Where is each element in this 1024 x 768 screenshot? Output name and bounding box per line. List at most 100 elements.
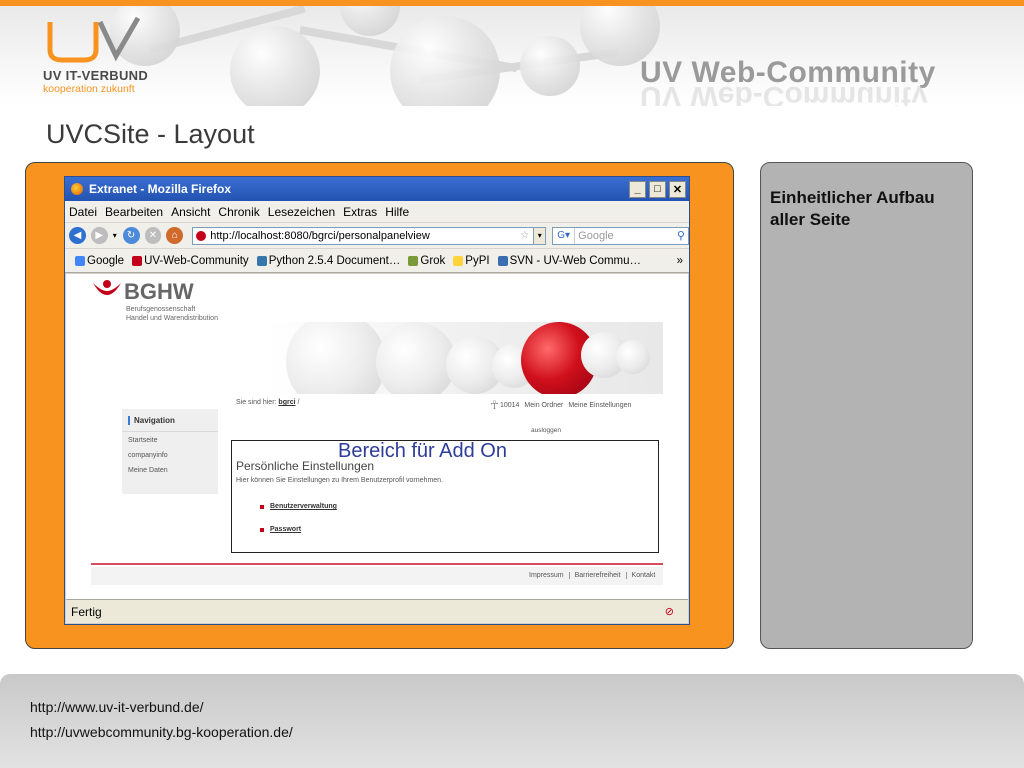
slide: UV IT-VERBUND kooperation zukunft UV Web… xyxy=(0,0,1024,768)
bookmark-label: Grok xyxy=(420,254,446,267)
grok-icon xyxy=(408,255,419,266)
note-panel: Einheitlicher Aufbau aller Seite xyxy=(760,162,973,649)
back-icon[interactable]: ◀ xyxy=(69,227,86,244)
url-dropdown-icon[interactable]: ▾ xyxy=(534,226,547,245)
section-title: Persönliche Einstellungen xyxy=(236,459,375,473)
header-banner: UV IT-VERBUND kooperation zukunft UV Web… xyxy=(0,6,1024,106)
google-icon xyxy=(75,255,85,266)
nav-item-meine-daten[interactable]: Meine Daten xyxy=(122,462,218,477)
password-link[interactable]: Passwort xyxy=(260,526,301,533)
menu-lesezeichen[interactable]: Lesezeichen xyxy=(268,205,335,219)
uv-logo-icon xyxy=(47,16,141,63)
bookmark-python-docs[interactable]: Python 2.5.4 Document… xyxy=(256,254,401,267)
breadcrumb: Sie sind hier: bgrci / xyxy=(236,399,299,406)
pypi-icon xyxy=(453,255,464,266)
menu-datei[interactable]: Datei xyxy=(69,205,97,219)
reload-icon[interactable]: ↻ xyxy=(122,227,140,244)
uv-icon xyxy=(132,255,143,266)
user-id: 10014 xyxy=(499,401,520,409)
menu-bearbeiten[interactable]: Bearbeiten xyxy=(105,205,163,219)
menu-chronik[interactable]: Chronik xyxy=(218,205,259,219)
bookmark-uv-web-community[interactable]: UV-Web-Community xyxy=(132,255,249,267)
logo-tagline: kooperation zukunft xyxy=(43,83,135,95)
site-favicon-icon xyxy=(196,230,207,241)
browser-title: Extranet - Mozilla Firefox xyxy=(89,182,232,196)
firefox-icon xyxy=(71,183,83,195)
navigation-heading: Navigation xyxy=(122,409,218,432)
brand-reflection: UV Web-Community xyxy=(640,86,928,106)
footer-link-barrierefreiheit[interactable]: Barrierefreiheit xyxy=(570,572,627,579)
bookmark-grok[interactable]: Grok xyxy=(408,255,445,267)
google-engine-icon[interactable]: G▾ xyxy=(553,227,576,244)
bookmark-google[interactable]: Google xyxy=(75,255,124,267)
firefox-window: Extranet - Mozilla Firefox _ □ ✕ Datei B… xyxy=(64,176,690,625)
breadcrumb-prefix: Sie sind hier: xyxy=(236,399,277,406)
molecule-sphere xyxy=(340,6,400,36)
user-management-link[interactable]: Benutzerverwaltung xyxy=(260,503,337,510)
nav-item-startseite[interactable]: Startseite xyxy=(122,432,218,447)
uv-it-verbund-logo: UV IT-VERBUND kooperation zukunft xyxy=(28,6,158,104)
browser-statusbar: Fertig ⊘ xyxy=(66,599,688,623)
breadcrumb-suffix: / xyxy=(297,399,300,406)
home-icon[interactable]: ⌂ xyxy=(166,227,184,244)
footer-divider xyxy=(91,563,663,565)
bghw-logo-text: BGHW xyxy=(124,279,194,304)
nav-item-companyinfo[interactable]: companyinfo xyxy=(122,447,218,462)
footer-link-uv-it-verbund[interactable]: http://www.uv-it-verbund.de/ xyxy=(30,699,204,715)
stop-icon[interactable]: ✕ xyxy=(144,227,162,244)
status-icon: ⊘ xyxy=(664,606,674,618)
footer-links: Impressum Barrierefreiheit Kontakt xyxy=(524,572,660,579)
forward-icon[interactable]: ▶ xyxy=(90,227,108,244)
logout-link[interactable]: ausloggen xyxy=(531,427,561,434)
side-navigation: Navigation Startseite companyinfo Meine … xyxy=(122,409,218,494)
url-bar[interactable]: http://localhost:8080/bgrci/personalpane… xyxy=(192,226,535,245)
bookmark-label: UV-Web-Community xyxy=(144,254,249,267)
search-input[interactable]: G▾ Google ⚲ xyxy=(552,226,689,245)
breadcrumb-link[interactable]: bgrci xyxy=(278,399,295,406)
bookmarks-toolbar: Google UV-Web-Community Python 2.5.4 Doc… xyxy=(65,248,689,273)
bookmark-star-icon[interactable]: ☆ xyxy=(520,230,529,241)
footer-link-kontakt[interactable]: Kontakt xyxy=(627,572,661,579)
header-image-spheres xyxy=(266,322,663,394)
menu-ansicht[interactable]: Ansicht xyxy=(171,205,210,219)
menu-extras[interactable]: Extras xyxy=(343,205,377,219)
molecule-sphere xyxy=(520,36,580,96)
sphere-image xyxy=(616,340,650,374)
maximize-button[interactable]: □ xyxy=(649,180,666,198)
browser-content: BGHW Berufsgenossenschaft Handel und War… xyxy=(66,274,688,600)
bookmark-svn[interactable]: SVN - UV-Web Commu… xyxy=(497,254,642,267)
history-dropdown-icon[interactable]: ▾ xyxy=(113,231,117,240)
browser-titlebar: Extranet - Mozilla Firefox _ □ ✕ xyxy=(65,177,689,201)
footer-link-impressum[interactable]: Impressum xyxy=(524,572,570,579)
my-folder-link[interactable]: Mein Ordner xyxy=(524,402,563,409)
bookmarks-overflow-icon[interactable]: » xyxy=(677,255,683,267)
brand-title: UV Web-Community xyxy=(640,56,936,89)
bookmark-pypi[interactable]: PyPI xyxy=(453,254,490,267)
my-settings-link[interactable]: Meine Einstellungen xyxy=(568,402,631,409)
section-description: Hier können Sie Einstellungen zu Ihrem B… xyxy=(236,477,444,484)
footer-bar: http://www.uv-it-verbund.de/ http://uvwe… xyxy=(0,674,1024,768)
slide-title: UVCSite - Layout xyxy=(46,119,255,149)
sphere-image xyxy=(286,322,386,394)
user-nav: ☥ 10014 Mein Ordner Meine Einstellungen xyxy=(490,398,636,412)
bghw-subtitle-line1: Berufsgenossenschaft xyxy=(126,306,196,313)
bghw-subtitle-line2: Handel und Warendistribution xyxy=(126,315,218,322)
bookmark-label: SVN - UV-Web Commu… xyxy=(509,254,642,267)
status-text: Fertig xyxy=(71,604,102,619)
bookmark-label: Google xyxy=(87,254,125,267)
url-text: http://localhost:8080/bgrci/personalpane… xyxy=(210,229,430,242)
bookmark-label: PyPI xyxy=(465,254,490,267)
svn-icon xyxy=(497,255,508,266)
browser-navbar: ◀ ▶ ▾ ↻ ✕ ⌂ http://localhost:8080/bgrci/… xyxy=(65,222,689,248)
sphere-image xyxy=(376,322,456,394)
minimize-button[interactable]: _ xyxy=(629,180,646,198)
search-placeholder: Google xyxy=(578,229,614,242)
search-icon[interactable]: ⚲ xyxy=(677,229,685,242)
bookmark-label: Python 2.5.4 Document… xyxy=(268,254,401,267)
python-icon xyxy=(256,255,267,266)
close-button[interactable]: ✕ xyxy=(669,180,686,198)
footer-link-uvwebcommunity[interactable]: http://uvwebcommunity.bg-kooperation.de/ xyxy=(30,724,293,740)
menu-hilfe[interactable]: Hilfe xyxy=(385,205,409,219)
note-text: Einheitlicher Aufbau aller Seite xyxy=(770,188,935,229)
user-icon: ☥ xyxy=(490,398,499,412)
